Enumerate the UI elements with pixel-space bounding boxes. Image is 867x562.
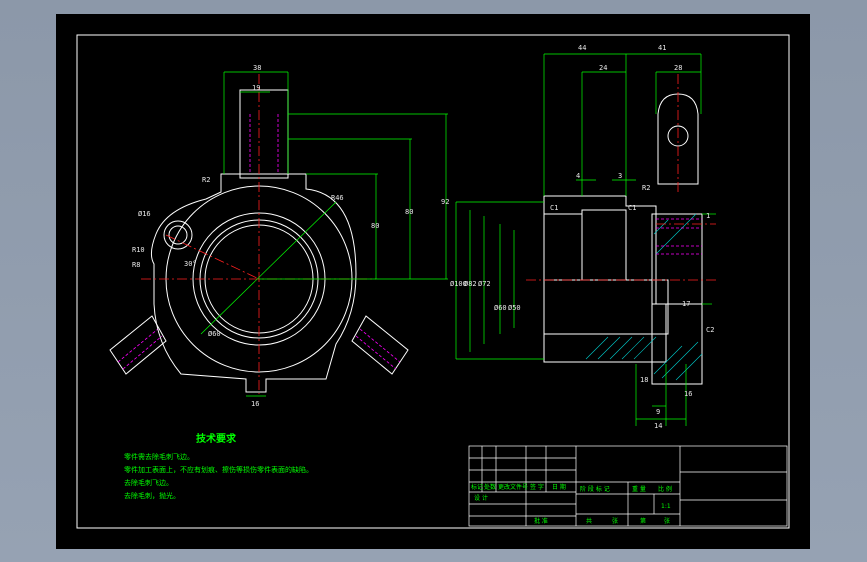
dim-dia-72: Ø72: [478, 280, 491, 288]
dim-chamfer-c2: C2: [706, 326, 714, 334]
tb-count: 处数: [484, 483, 496, 491]
right-arm: [351, 315, 409, 375]
tb-sheets: 张: [612, 517, 618, 525]
dim-h-17: 17: [682, 300, 690, 308]
dim-depth-a: 4: [576, 172, 580, 180]
note-line-3: 去除毛刺飞边。: [124, 478, 173, 487]
tb-weight: 重 量: [632, 485, 646, 493]
top-lug: [239, 89, 289, 179]
tb-sheet: 张: [664, 517, 670, 525]
tb-scale: 1:1: [661, 503, 671, 510]
tb-date: 日 期: [552, 483, 566, 491]
dim-chamfer-right: C1: [628, 204, 636, 212]
tb-change-doc: 更改文件号: [498, 483, 528, 491]
dim-w-16: 16: [684, 390, 692, 398]
tb-total: 共: [586, 517, 592, 525]
dim-lug-r1: R10: [132, 246, 145, 254]
dim-r-small: R2: [642, 184, 650, 192]
section-outline: [543, 195, 667, 363]
tb-scale-label: 比 例: [658, 485, 672, 493]
dim-r-outer: R46: [331, 194, 344, 202]
note-line-2: 零件加工表面上，不应有划痕、擦伤等损伤零件表面的缺陷。: [124, 465, 313, 474]
dim-one: 1: [706, 212, 710, 220]
dim-dia-60: Ø60: [494, 304, 507, 312]
tb-approve: 批 准: [534, 517, 548, 525]
hatch-pattern: [585, 213, 703, 381]
tb-stage: 阶 段 标 记: [580, 485, 610, 493]
dim-edge-r: R2: [202, 176, 210, 184]
dim-w-inner: 24: [599, 64, 607, 72]
dim-h-outer: 92: [441, 198, 449, 206]
left-arm: [109, 315, 167, 375]
technical-notes: 技术要求 零件需去除毛刺飞边。 零件加工表面上，不应有划痕、擦伤等损伤零件表面的…: [124, 432, 313, 500]
lug-bore-circle: [163, 220, 193, 250]
dim-bottom-width: 16: [251, 400, 259, 408]
drawing-canvas: 38 19 92 80 80 R46 Ø60 16 Ø16 R10 R8 30°…: [76, 34, 790, 529]
tb-sign: 签 字: [530, 483, 544, 491]
dim-depth-b: 3: [618, 172, 622, 180]
tb-design: 设 计: [474, 494, 488, 502]
dim-chamfer-left: C1: [550, 204, 558, 212]
dim-w-lug: 28: [674, 64, 682, 72]
dim-small-hole: Ø16: [138, 210, 151, 218]
dim-top-width: 38: [253, 64, 261, 72]
title-block: 标记 处数 更改文件号 签 字 日 期 设 计 阶 段 标 记 重 量 比 例 …: [468, 445, 788, 527]
drawing-sheet: 38 19 92 80 80 R46 Ø60 16 Ø16 R10 R8 30°…: [56, 14, 810, 549]
dim-main-dia: Ø60: [208, 330, 221, 338]
side-view: 44 41 24 28 4 3 C1 C1 Ø100 Ø82 Ø72 Ø60 Ø…: [450, 44, 716, 430]
front-dimensions: [200, 71, 448, 397]
dim-dia-82: Ø82: [464, 280, 477, 288]
side-dimensions: [455, 53, 716, 426]
notes-title: 技术要求: [196, 432, 237, 445]
dim-w-14: 14: [654, 422, 662, 430]
tb-mark: 标记: [471, 483, 483, 491]
note-line-4: 去除毛刺，抛光。: [124, 491, 180, 500]
dim-w-total-right: 41: [658, 44, 666, 52]
tb-no: 第: [640, 517, 646, 525]
note-line-1: 零件需去除毛刺飞边。: [124, 452, 194, 461]
dim-angle: 30°: [184, 260, 197, 268]
dim-lug-r2: R8: [132, 261, 140, 269]
dim-dia-50: Ø50: [508, 304, 521, 312]
dim-h-mid: 80: [405, 208, 413, 216]
dim-w-total-left: 44: [578, 44, 586, 52]
cad-viewport[interactable]: 38 19 92 80 80 R46 Ø60 16 Ø16 R10 R8 30°…: [0, 0, 867, 562]
dim-h-18: 18: [640, 376, 648, 384]
dim-h-inner: 80: [371, 222, 379, 230]
dim-lug-width: 19: [252, 84, 260, 92]
front-view: 38 19 92 80 80 R46 Ø60 16 Ø16 R10 R8 30°…: [109, 64, 449, 408]
dim-w-9: 9: [656, 408, 660, 416]
